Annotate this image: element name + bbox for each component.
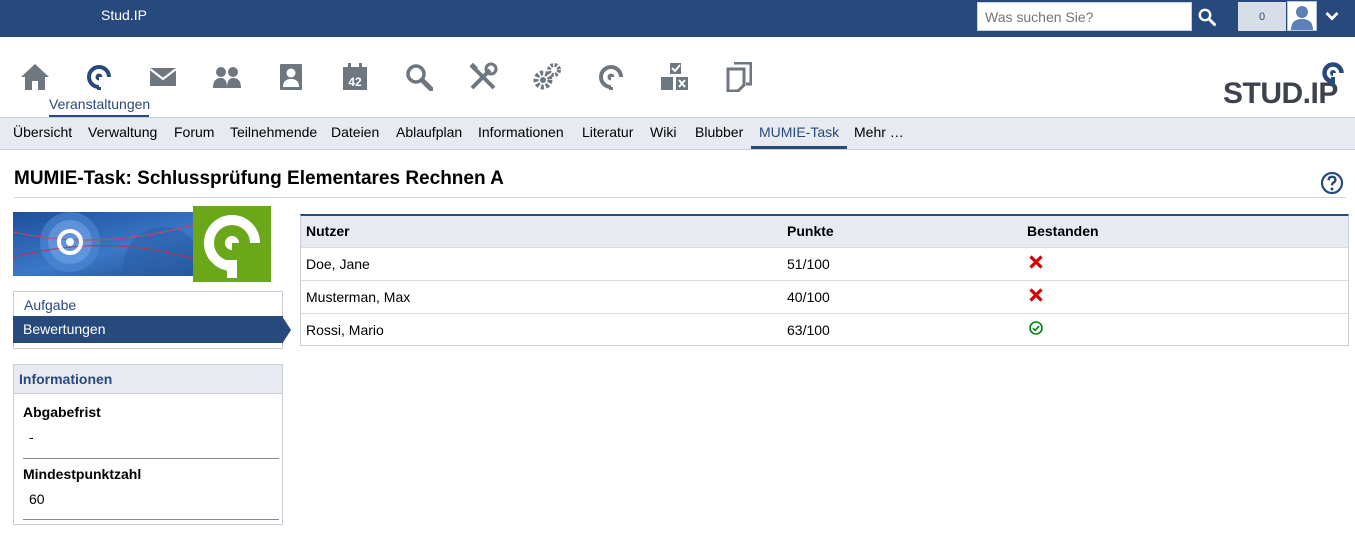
avatar[interactable] [1287, 1, 1317, 31]
tab-wiki[interactable]: Wiki [650, 118, 676, 149]
search-button[interactable] [1192, 2, 1222, 31]
tab-forum[interactable]: Forum [174, 118, 214, 149]
admin-icon[interactable] [527, 59, 567, 95]
info-label-abgabefrist: Abgabefrist [23, 404, 101, 420]
tab-mehr[interactable]: Mehr … [854, 118, 904, 149]
info-widget-title: Informationen [14, 365, 282, 394]
search-input[interactable] [977, 2, 1192, 31]
sidebar-navigation: Aufgabe Bewertungen [13, 291, 283, 349]
sidebar-item-aufgabe[interactable]: Aufgabe [14, 292, 282, 319]
tab-teilnehmende[interactable]: Teilnehmende [230, 118, 317, 149]
failed-x-icon [1029, 255, 1043, 269]
title-divider [14, 197, 1346, 198]
column-header-punkte[interactable]: Punkte [787, 223, 834, 239]
studip-logo: STUD.IP [1223, 62, 1344, 109]
top-bar: Stud.IP 0 [0, 0, 1355, 37]
brand-link[interactable]: Stud.IP [101, 7, 147, 23]
mumie-logo-icon [204, 215, 262, 278]
schedule-icon[interactable]: 42 [335, 59, 375, 95]
info-divider [23, 458, 279, 459]
tab-mumie-task[interactable]: MUMIE-Task [751, 118, 848, 149]
cell-user-name: Doe, Jane [306, 256, 370, 272]
tab-informationen[interactable]: Informationen [478, 118, 564, 149]
cell-points: 40/100 [787, 289, 830, 305]
sidebar-item-bewertungen[interactable]: Bewertungen [13, 316, 283, 343]
nav-active-label[interactable]: Veranstaltungen [49, 96, 150, 112]
svg-text:STUD.IP: STUD.IP [1223, 77, 1338, 109]
page-title: MUMIE-Task: Schlussprüfung Elementares R… [14, 168, 504, 189]
tab-ablaufplan[interactable]: Ablaufplan [396, 118, 462, 149]
user-menu-toggle[interactable] [1321, 6, 1343, 26]
table-row: Doe, Jane 51/100 [301, 247, 1348, 280]
tab-dateien[interactable]: Dateien [331, 118, 379, 149]
mail-icon[interactable] [143, 59, 183, 95]
tools-icon[interactable] [463, 59, 503, 95]
table-header: Nutzer Punkte Bestanden [301, 216, 1348, 247]
main-navigation: 42 Veranstaltungen STUD.IP [0, 37, 1355, 117]
cell-user-name: Rossi, Mario [306, 322, 384, 338]
column-header-nutzer[interactable]: Nutzer [306, 223, 350, 239]
home-icon[interactable] [15, 59, 55, 95]
tab-uebersicht[interactable]: Übersicht [13, 118, 72, 149]
column-header-bestanden[interactable]: Bestanden [1027, 223, 1099, 239]
notification-counter[interactable]: 0 [1238, 2, 1286, 31]
seminar-icon[interactable] [79, 59, 119, 95]
help-icon[interactable] [1320, 171, 1344, 195]
course-tabs: Übersicht Verwaltung Forum Teilnehmende … [0, 117, 1355, 150]
info-value-abgabefrist: - [29, 429, 34, 445]
tab-blubber[interactable]: Blubber [695, 118, 743, 149]
passed-check-icon [1029, 321, 1043, 335]
info-divider [23, 519, 279, 520]
search-icon [1198, 8, 1216, 26]
info-value-mindestpunktzahl: 60 [29, 491, 45, 507]
courseware-icon[interactable] [655, 59, 695, 95]
tab-literatur[interactable]: Literatur [582, 118, 633, 149]
cell-points: 63/100 [787, 322, 830, 338]
table-row: Musterman, Max 40/100 [301, 280, 1348, 313]
resources-icon[interactable] [591, 59, 631, 95]
mumie-logo-tile [193, 206, 271, 282]
tab-verwaltung[interactable]: Verwaltung [88, 118, 157, 149]
results-table: Nutzer Punkte Bestanden Doe, Jane 51/100 M… [300, 214, 1349, 346]
info-widget: Informationen Abgabefrist - Mindestpunkt… [13, 364, 283, 525]
info-label-mindestpunktzahl: Mindestpunktzahl [23, 466, 142, 482]
svg-text:42: 42 [348, 75, 362, 89]
cell-points: 51/100 [787, 256, 830, 272]
files-icon[interactable] [719, 59, 759, 95]
failed-x-icon [1029, 288, 1043, 302]
user-avatar-icon [1288, 2, 1316, 30]
sidebar-active-arrow [282, 316, 291, 344]
cell-user-name: Musterman, Max [306, 289, 411, 305]
chevron-down-icon [1325, 12, 1339, 21]
search-nav-icon[interactable] [399, 59, 439, 95]
profile-icon[interactable] [271, 59, 311, 95]
community-icon[interactable] [207, 59, 247, 95]
table-row: Rossi, Mario 63/100 [301, 313, 1348, 346]
